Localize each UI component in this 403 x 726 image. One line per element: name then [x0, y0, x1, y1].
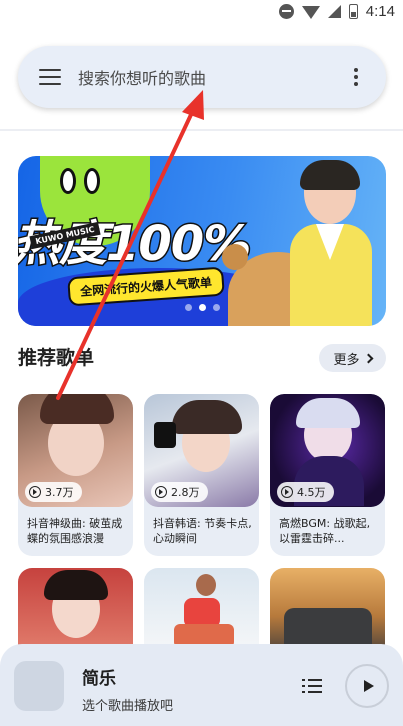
song-title: 简乐	[82, 669, 116, 689]
more-vert-icon[interactable]	[344, 65, 368, 89]
play-count: 3.7万	[45, 486, 74, 499]
banner-person-image	[286, 160, 372, 326]
signal-icon	[327, 4, 341, 18]
playlist-title: 高燃BGM: 战歌起, 以雷霆击碎...	[279, 517, 371, 545]
do-not-disturb-icon	[278, 3, 294, 19]
play-icon	[363, 680, 374, 692]
mascot-eyes	[60, 168, 100, 194]
playlist-title: 抖音韩语: 节奏卡点, 心动瞬间	[153, 517, 252, 545]
mini-player[interactable]: 简乐 选个歌曲播放吧	[0, 644, 403, 726]
banner-dot[interactable]	[213, 304, 220, 311]
play-button[interactable]	[345, 664, 389, 708]
menu-icon[interactable]	[39, 69, 61, 85]
playlist-card[interactable]: 4.5万 高燃BGM: 战歌起, 以雷霆击碎...	[270, 394, 385, 556]
playlist-queue-icon[interactable]	[302, 679, 322, 695]
playlist-title: 抖音神级曲: 破茧成蝶的氛围感浪漫	[27, 517, 123, 545]
more-button[interactable]: 更多	[319, 344, 386, 372]
playlist-card[interactable]: 2.8万 抖音韩语: 节奏卡点, 心动瞬间	[144, 394, 259, 556]
play-count-badge: 3.7万	[25, 482, 82, 502]
search-bar[interactable]: 搜索你想听的歌曲	[18, 46, 386, 108]
play-count-badge: 2.8万	[151, 482, 208, 502]
more-button-label: 更多	[333, 352, 360, 368]
album-art[interactable]	[14, 661, 64, 711]
battery-icon	[348, 3, 358, 19]
play-count-badge: 4.5万	[277, 482, 334, 502]
status-bar: 4:14	[0, 0, 403, 22]
play-count: 2.8万	[171, 486, 200, 499]
header-divider	[0, 129, 403, 131]
banner-dot[interactable]	[185, 304, 192, 311]
playlist-cover[interactable]	[144, 568, 259, 648]
status-icons: 4:14	[278, 0, 395, 22]
song-subtitle: 选个歌曲播放吧	[82, 699, 174, 714]
banner-pagination	[185, 304, 220, 311]
wifi-icon	[301, 5, 320, 19]
status-time: 4:14	[365, 2, 395, 20]
playlist-cover[interactable]	[18, 568, 133, 648]
chevron-right-icon	[363, 353, 373, 363]
play-count: 4.5万	[297, 486, 326, 499]
playlist-cover[interactable]	[270, 568, 385, 648]
playlist-card[interactable]: 3.7万 抖音神级曲: 破茧成蝶的氛围感浪漫	[18, 394, 133, 556]
section-title: 推荐歌单	[18, 347, 95, 369]
promo-banner[interactable]: 热度100% KUWO MUSIC 全网流行的火爆人气歌单	[18, 156, 386, 326]
play-circle-icon	[155, 486, 167, 498]
play-circle-icon	[281, 486, 293, 498]
banner-dot-active[interactable]	[199, 304, 206, 311]
play-circle-icon	[29, 486, 41, 498]
search-input[interactable]: 搜索你想听的歌曲	[78, 65, 344, 89]
